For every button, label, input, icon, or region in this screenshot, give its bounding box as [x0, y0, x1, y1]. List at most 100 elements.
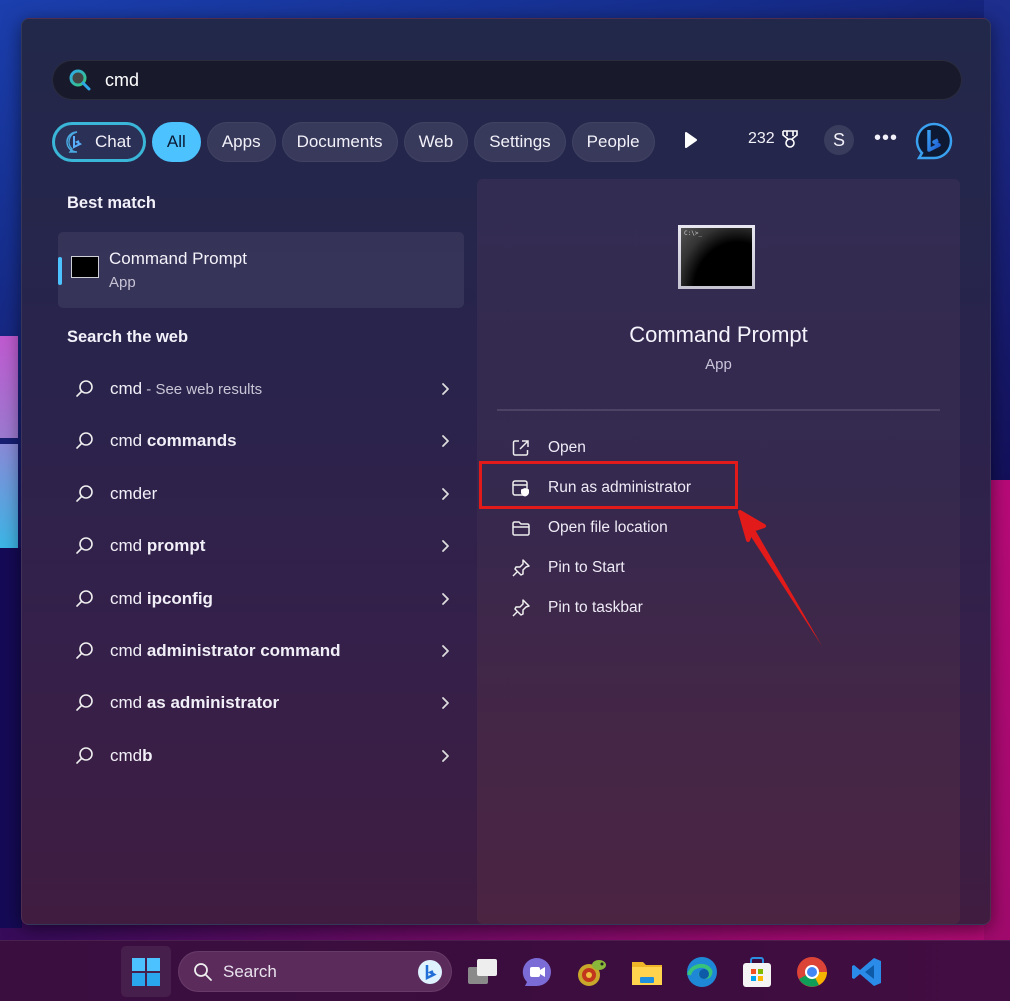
action-pin-to-taskbar[interactable]: Pin to taskbar [511, 590, 811, 626]
command-prompt-large-icon: C:\>_ [678, 225, 755, 289]
web-result-bold: b [142, 746, 153, 765]
web-result-suffix: - See web results [142, 381, 263, 398]
start-button[interactable] [121, 946, 171, 997]
chevron-right-icon [442, 750, 449, 762]
annotation-highlight-box [479, 461, 738, 509]
file-explorer-icon[interactable] [630, 955, 664, 989]
rewards-points-value: 232 [748, 130, 775, 147]
web-result-text: cmdb [110, 746, 153, 766]
taskbar-search[interactable]: Search [178, 951, 452, 992]
web-result-prefix: cmd [110, 536, 147, 555]
taskbar: Search [0, 940, 1010, 1001]
chevron-right-icon [442, 488, 449, 500]
web-result-item[interactable]: cmd as administrator [72, 683, 452, 723]
action-pin-to-taskbar-label: Pin to taskbar [548, 599, 643, 616]
search-web-heading: Search the web [67, 328, 189, 346]
web-result-prefix: cmd [110, 746, 143, 765]
web-result-item[interactable]: cmd ipconfig [72, 579, 452, 619]
web-result-text: cmd commands [110, 431, 237, 451]
tab-all[interactable]: All [151, 122, 201, 162]
task-view-icon[interactable] [466, 955, 500, 989]
tab-people[interactable]: People [571, 122, 655, 162]
web-result-prefix: cmd [110, 379, 143, 398]
tab-apps-label: Apps [221, 132, 261, 151]
preview-type: App [705, 356, 732, 373]
best-match-heading: Best match [67, 194, 156, 212]
web-result-prefix: cmder [110, 484, 158, 503]
tab-web[interactable]: Web [403, 122, 469, 162]
account-initial: S [832, 129, 845, 150]
web-result-item[interactable]: cmd commands [72, 421, 452, 461]
windows-logo-icon [132, 958, 160, 986]
rewards-points[interactable]: 232 [748, 129, 799, 149]
tab-documents[interactable]: Documents [281, 122, 398, 162]
teams-meet-icon[interactable] [520, 955, 554, 989]
chat-label: Chat [95, 132, 131, 151]
action-open-file-location[interactable]: Open file location [511, 510, 811, 546]
search-icon [69, 69, 91, 91]
web-result-item[interactable]: cmder [72, 474, 452, 514]
chevron-right-icon [442, 593, 449, 605]
action-open-label: Open [548, 439, 586, 456]
chat-button[interactable]: Chat [52, 122, 146, 162]
web-result-bold: administrator command [146, 641, 341, 660]
chevron-right-icon [442, 435, 449, 447]
action-pin-to-start-label: Pin to Start [548, 559, 625, 576]
web-result-item[interactable]: cmd administrator command [72, 631, 452, 671]
chevron-right-icon [442, 645, 449, 657]
bing-icon[interactable] [914, 121, 954, 161]
account-avatar[interactable]: S [824, 125, 854, 155]
search-icon [76, 432, 93, 449]
web-result-prefix: cmd [110, 431, 147, 450]
web-result-prefix: cmd [110, 693, 147, 712]
web-result-item[interactable]: cmdb [72, 736, 452, 776]
best-match-command-prompt[interactable]: Command Prompt App [58, 232, 464, 308]
chevron-right-icon [442, 383, 449, 395]
bing-chat-icon [66, 131, 82, 153]
action-open-file-location-label: Open file location [548, 519, 668, 536]
search-icon [194, 962, 212, 981]
wallpaper-left-tile-2 [0, 444, 18, 548]
web-result-bold: commands [146, 431, 237, 450]
best-match-name: Command Prompt [109, 249, 247, 268]
selection-indicator [58, 257, 62, 285]
open-external-icon [512, 440, 529, 456]
microsoft-store-icon[interactable] [740, 955, 774, 989]
search-icon [76, 537, 93, 554]
wallpaper-left-tile-1 [0, 336, 18, 438]
best-match-type: App [109, 274, 136, 291]
wallpaper-left-dark [0, 548, 22, 928]
vscode-icon[interactable] [850, 955, 884, 989]
web-result-text: cmd prompt [110, 536, 205, 556]
chevron-right-icon [442, 540, 449, 552]
web-result-prefix: cmd [110, 641, 147, 660]
tab-apps[interactable]: Apps [206, 122, 276, 162]
web-result-item[interactable]: cmd prompt [72, 526, 452, 566]
tab-settings[interactable]: Settings [474, 122, 566, 162]
command-prompt-icon [71, 256, 99, 278]
search-icon [76, 590, 93, 607]
search-icon [76, 642, 93, 659]
action-pin-to-start[interactable]: Pin to Start [511, 550, 811, 586]
start-search-panel: Chat All Apps Documents Web Settings Peo… [21, 18, 991, 925]
preview-divider [497, 409, 940, 411]
tab-all-label: All [166, 132, 186, 151]
chrome-icon[interactable] [795, 955, 829, 989]
web-result-text: cmd as administrator [110, 693, 279, 713]
web-result-bold: as administrator [146, 693, 280, 712]
pin-icon [512, 559, 530, 577]
tab-documents-label: Documents [296, 132, 383, 151]
search-icon [76, 694, 93, 711]
web-result-text: cmd administrator command [110, 641, 341, 661]
taskbar-search-label: Search [223, 961, 277, 981]
more-options-button[interactable]: ••• [874, 127, 898, 150]
edge-icon[interactable] [685, 955, 719, 989]
more-filters-play-icon[interactable] [684, 131, 698, 149]
chameleon-app-icon[interactable] [575, 955, 609, 989]
web-result-text: cmder [110, 484, 157, 504]
preview-title: Command Prompt [629, 322, 808, 347]
search-input[interactable] [105, 69, 885, 91]
search-box[interactable] [52, 60, 962, 100]
search-icon [76, 485, 93, 502]
web-result-item[interactable]: cmd - See web results [72, 369, 452, 409]
